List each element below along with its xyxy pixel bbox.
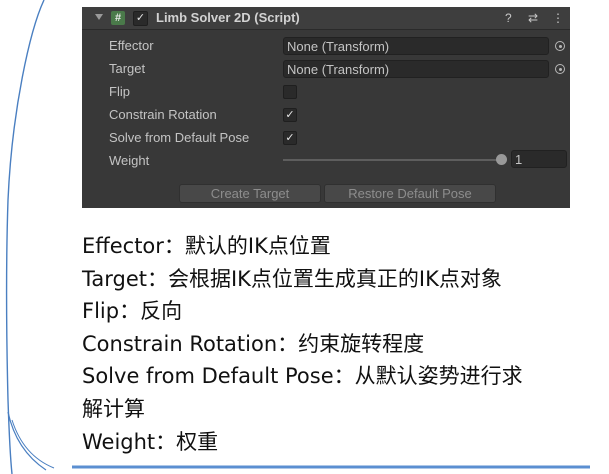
component-menu-icon[interactable]: ⋮ bbox=[552, 10, 564, 26]
foldout-arrow-icon[interactable] bbox=[95, 14, 103, 20]
solve-from-default-pose-checkbox[interactable]: ✓ bbox=[283, 131, 297, 145]
constrain-rotation-label: Constrain Rotation bbox=[109, 107, 217, 122]
flip-label: Flip bbox=[109, 84, 130, 99]
limb-solver-inspector: # ✓ Limb Solver 2D (Script) ? ⇄ ⋮ Effect… bbox=[82, 7, 570, 208]
note-constrain-rotation: Constrain Rotation：约束旋转程度 bbox=[82, 331, 425, 356]
effector-object-picker-icon[interactable] bbox=[555, 41, 565, 51]
note-solve-from-default-pose-cont: 解计算 bbox=[82, 396, 145, 421]
note-effector: Effector：默认的IK点位置 bbox=[82, 234, 331, 258]
restore-default-pose-button[interactable]: Restore Default Pose bbox=[324, 184, 496, 203]
create-target-button[interactable]: Create Target bbox=[179, 184, 321, 203]
effector-field[interactable]: None (Transform) bbox=[283, 37, 549, 55]
callout-curve bbox=[5, 0, 45, 474]
target-field[interactable]: None (Transform) bbox=[283, 60, 549, 78]
weight-label: Weight bbox=[109, 153, 150, 168]
weight-value-field[interactable]: 1 bbox=[511, 150, 567, 168]
solve-from-default-pose-label: Solve from Default Pose bbox=[109, 130, 250, 145]
effector-label: Effector bbox=[109, 38, 154, 53]
target-label: Target bbox=[109, 61, 146, 76]
field-notes: Effector：默认的IK点位置 Target：会根据IK点位置生成真正的IK… bbox=[82, 230, 523, 458]
note-flip: Flip：反向 bbox=[82, 299, 183, 324]
component-title: Limb Solver 2D (Script) bbox=[156, 10, 300, 25]
note-solve-from-default-pose: Solve from Default Pose：从默认姿势进行求 bbox=[82, 364, 523, 389]
weight-slider-thumb[interactable] bbox=[496, 154, 507, 165]
component-enabled-checkbox[interactable]: ✓ bbox=[133, 11, 148, 26]
presets-icon[interactable]: ⇄ bbox=[528, 10, 538, 26]
constrain-rotation-checkbox[interactable]: ✓ bbox=[283, 108, 297, 122]
help-icon[interactable]: ? bbox=[505, 10, 512, 26]
callout-curve-3 bbox=[11, 419, 55, 469]
weight-slider-track[interactable] bbox=[283, 159, 501, 161]
script-icon: # bbox=[111, 11, 125, 25]
callout-curve-2 bbox=[7, 411, 47, 471]
component-header[interactable]: # ✓ Limb Solver 2D (Script) ? ⇄ ⋮ bbox=[82, 7, 570, 30]
target-object-picker-icon[interactable] bbox=[555, 64, 565, 74]
note-weight: Weight：权重 bbox=[82, 429, 219, 454]
flip-checkbox[interactable] bbox=[283, 85, 297, 99]
note-target: Target：会根据IK点位置生成真正的IK点对象 bbox=[82, 266, 502, 291]
